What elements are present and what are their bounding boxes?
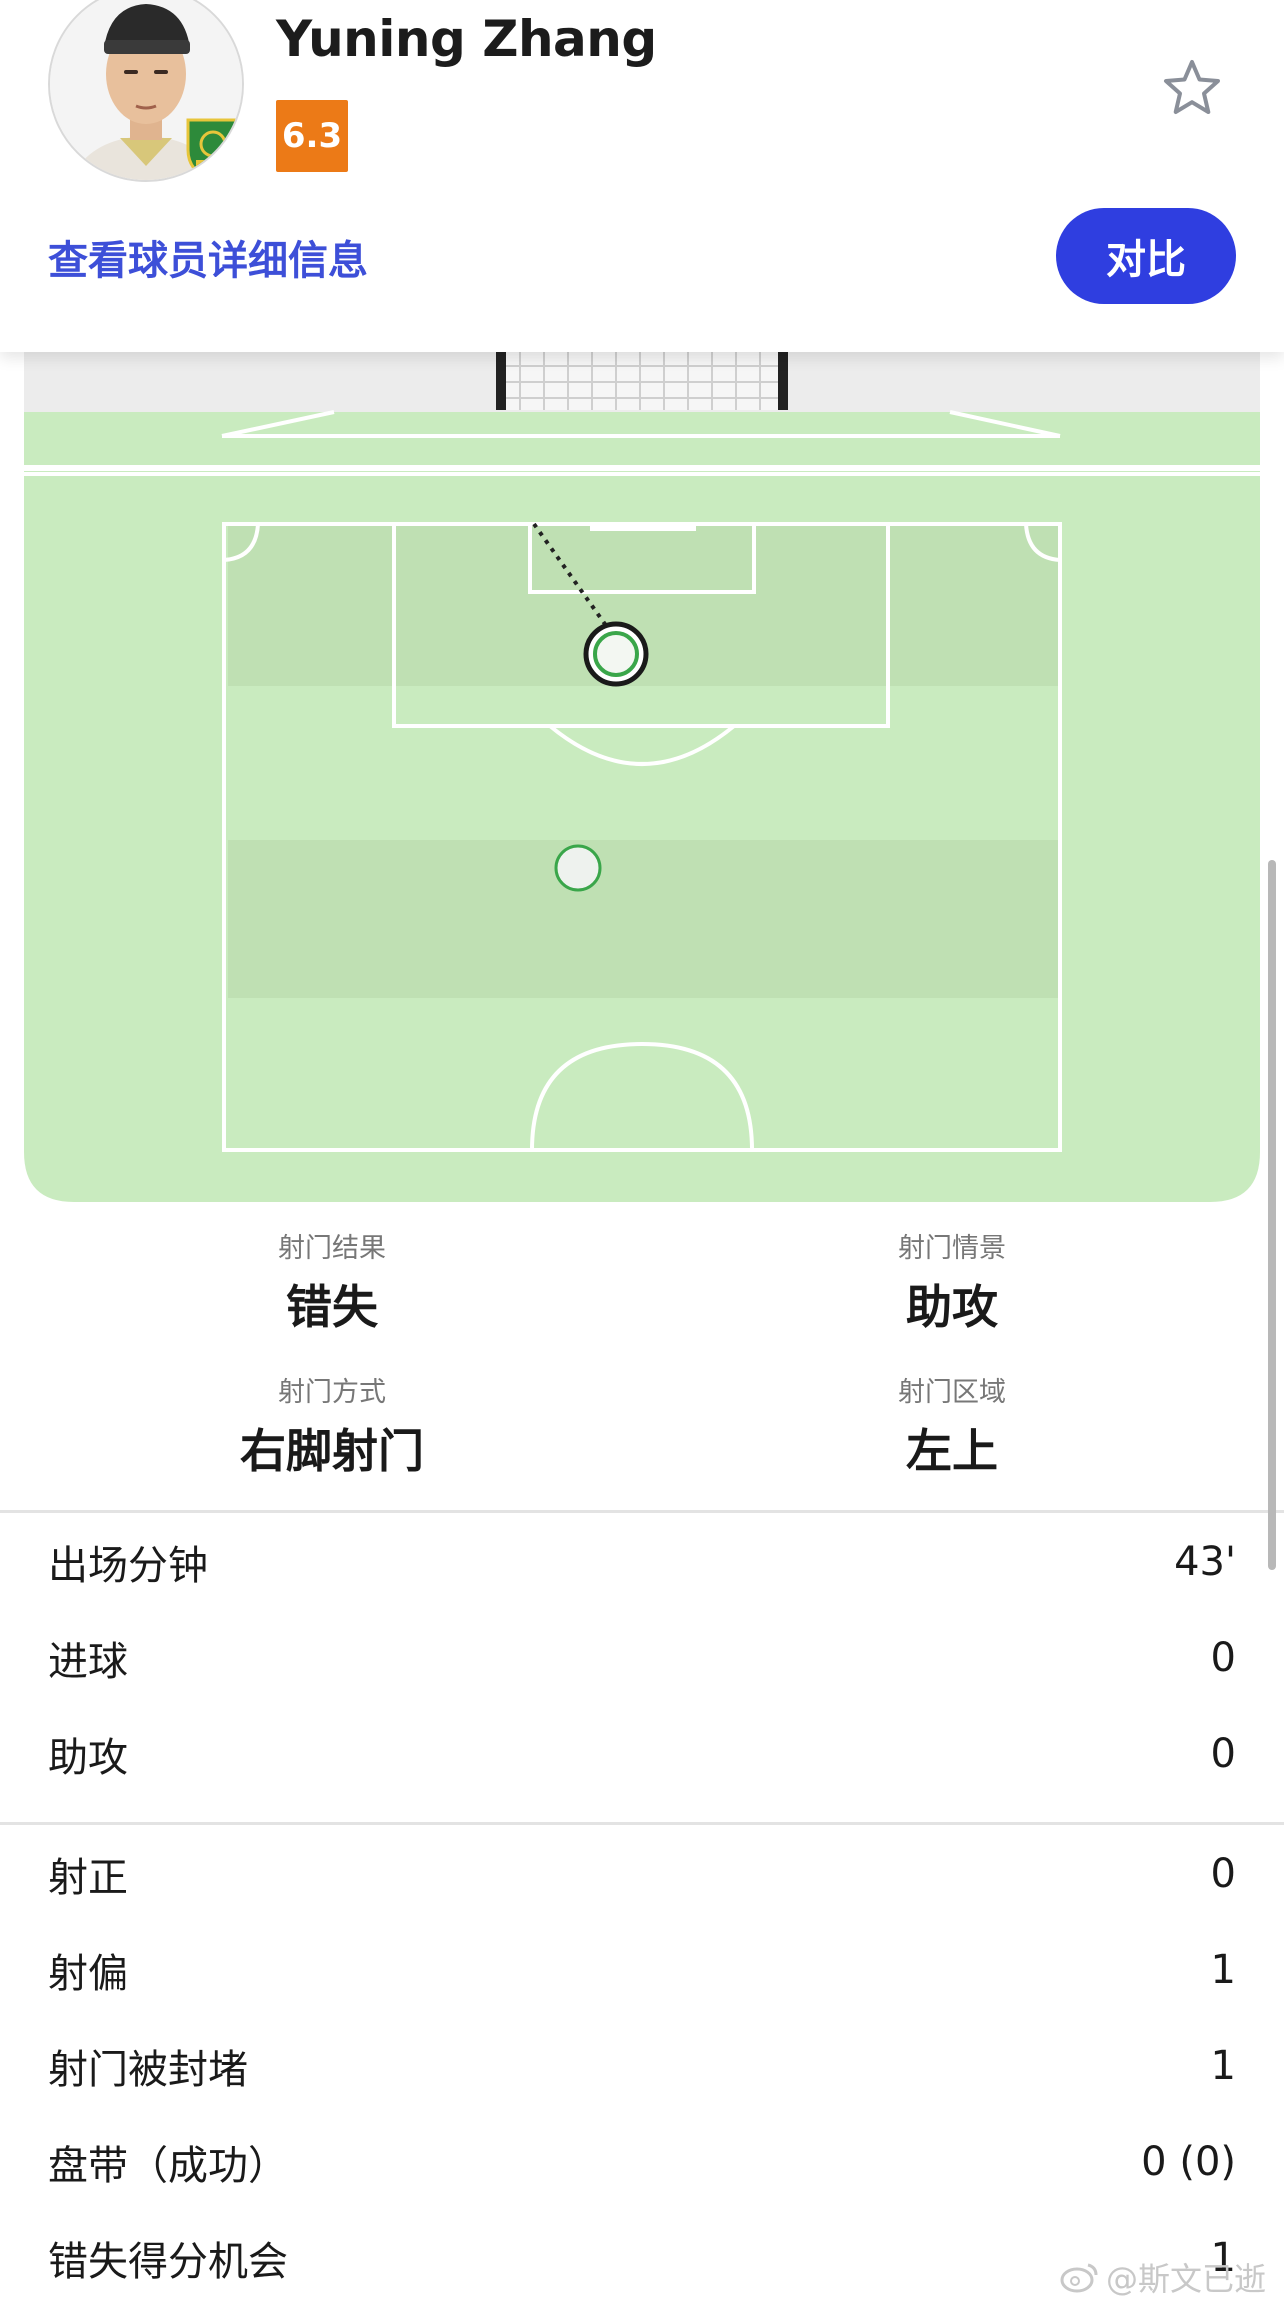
shot-type-label: 射门方式 — [278, 1377, 386, 1408]
stat-label: 射门被封堵 — [48, 2047, 248, 2093]
shot-situation: 射门情景 助攻 — [752, 1226, 1152, 1337]
shot-type-value: 右脚射门 — [240, 1424, 424, 1478]
scrollbar[interactable] — [1268, 860, 1276, 1570]
stat-value: 0 — [1210, 1731, 1236, 1777]
stat-row-goals: 进球 0 — [48, 1610, 1236, 1706]
shot-situation-value: 助攻 — [906, 1280, 998, 1334]
stat-value: 43' — [1174, 1539, 1236, 1585]
player-name: Yuning Zhang — [276, 10, 657, 68]
stat-value: 0 (0) — [1141, 2139, 1236, 2185]
shot-map — [24, 352, 1260, 1202]
watermark: @斯文已逝 — [1060, 2254, 1266, 2300]
stat-label: 进球 — [48, 1639, 128, 1685]
stat-row-assists: 助攻 0 — [48, 1706, 1236, 1802]
stat-row-minutes: 出场分钟 43' — [48, 1514, 1236, 1610]
stat-row-shots-on-target: 射正 0 — [48, 1826, 1236, 1922]
shot-marker — [554, 844, 602, 892]
favorite-star-icon[interactable] — [1160, 56, 1224, 120]
shot-zone: 射门区域 左上 — [752, 1370, 1152, 1481]
shot-zone-value: 左上 — [906, 1424, 998, 1478]
stat-row-big-chances-missed: 错失得分机会 1 — [48, 2210, 1236, 2306]
goal-net-icon — [496, 352, 788, 410]
stat-value: 1 — [1210, 2043, 1236, 2089]
player-header: Yuning Zhang 6.3 查看球员详细信息 对比 — [0, 0, 1284, 352]
stat-label: 助攻 — [48, 1735, 128, 1781]
compare-button[interactable]: 对比 — [1056, 208, 1236, 304]
player-rating-badge: 6.3 — [276, 100, 348, 172]
shot-result-value: 错失 — [286, 1280, 378, 1334]
divider — [0, 1510, 1284, 1513]
stat-value: 0 — [1210, 1635, 1236, 1681]
shot-result: 射门结果 错失 — [132, 1226, 532, 1337]
stat-label: 盘带（成功） — [48, 2143, 288, 2189]
stat-row-shots-blocked: 射门被封堵 1 — [48, 2018, 1236, 2114]
shot-zone-label: 射门区域 — [898, 1377, 1006, 1408]
player-avatar[interactable] — [48, 0, 244, 182]
stat-label: 出场分钟 — [48, 1543, 208, 1589]
player-photo — [50, 0, 242, 180]
stat-row-shots-off-target: 射偏 1 — [48, 1922, 1236, 2018]
stat-value: 1 — [1210, 1947, 1236, 1993]
view-player-details-link[interactable]: 查看球员详细信息 — [48, 228, 368, 286]
stat-row-dribbles: 盘带（成功） 0 (0) — [48, 2114, 1236, 2210]
divider — [0, 1822, 1284, 1825]
stat-value: 0 — [1210, 1851, 1236, 1897]
stat-label: 射偏 — [48, 1951, 128, 1997]
stat-label: 错失得分机会 — [48, 2239, 288, 2285]
shot-situation-label: 射门情景 — [898, 1233, 1006, 1264]
shot-marker-selected — [583, 621, 649, 687]
stat-label: 射正 — [48, 1855, 128, 1901]
shot-type: 射门方式 右脚射门 — [132, 1370, 532, 1481]
shot-result-label: 射门结果 — [278, 1233, 386, 1264]
watermark-text: @斯文已逝 — [1106, 2260, 1267, 2298]
weibo-icon — [1060, 2263, 1098, 2293]
